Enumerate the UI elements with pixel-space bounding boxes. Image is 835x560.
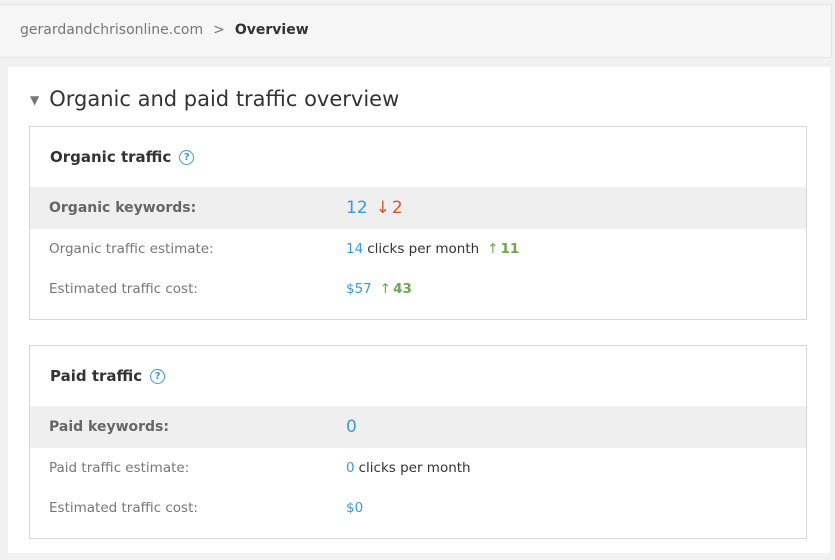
organic-traffic-value[interactable]: 14	[346, 241, 363, 257]
organic-traffic-row: Organic traffic estimate: 14 clicks per …	[30, 228, 806, 270]
overview-panel: ▼ Organic and paid traffic overview Orga…	[8, 67, 830, 553]
breadcrumb: gerardandchrisonline.com > Overview	[20, 22, 309, 38]
paid-traffic-card: Paid traffic ? Paid keywords: 0 Paid tra…	[29, 345, 807, 539]
organic-keywords-value-group: 12 ↓ 2	[346, 198, 403, 218]
chevron-right-icon: >	[213, 22, 225, 38]
organic-traffic-change: ↑ 11	[487, 241, 519, 257]
paid-traffic-title: Paid traffic ?	[50, 367, 166, 385]
organic-cost-value-group: $57 ↑ 43	[346, 281, 412, 297]
organic-keywords-change: ↓ 2	[376, 198, 403, 218]
organic-keywords-row: Organic keywords: 12 ↓ 2	[30, 187, 806, 229]
paid-cost-value-group: $0	[346, 500, 363, 516]
paid-keywords-label: Paid keywords:	[49, 419, 169, 435]
organic-cost-change-value: 43	[393, 281, 412, 297]
organic-traffic-title-text: Organic traffic	[50, 148, 172, 166]
help-icon[interactable]: ?	[150, 368, 166, 384]
arrow-up-icon: ↑	[379, 281, 392, 297]
paid-traffic-row: Paid traffic estimate: 0 clicks per mont…	[30, 447, 806, 489]
paid-cost-value[interactable]: $0	[346, 500, 363, 516]
organic-cost-value[interactable]: $57	[346, 281, 372, 297]
breadcrumb-bar: gerardandchrisonline.com > Overview	[0, 4, 832, 58]
organic-cost-change: ↑ 43	[380, 281, 412, 297]
organic-keywords-value[interactable]: 12	[346, 198, 368, 218]
organic-traffic-card: Organic traffic ? Organic keywords: 12 ↓…	[29, 126, 807, 320]
organic-keywords-change-value: 2	[391, 198, 403, 218]
paid-keywords-row: Paid keywords: 0	[30, 406, 806, 448]
section-title: Organic and paid traffic overview	[49, 87, 400, 111]
organic-cost-row: Estimated traffic cost: $57 ↑ 43	[30, 268, 806, 310]
organic-traffic-change-value: 11	[500, 241, 520, 257]
organic-keywords-label: Organic keywords:	[49, 200, 197, 216]
organic-traffic-unit: clicks per month	[367, 241, 480, 257]
paid-traffic-value-group: 0 clicks per month	[346, 460, 471, 476]
paid-cost-row: Estimated traffic cost: $0	[30, 487, 806, 529]
collapse-caret-icon[interactable]: ▼	[30, 93, 39, 107]
organic-traffic-label: Organic traffic estimate:	[49, 241, 214, 257]
breadcrumb-domain-link[interactable]: gerardandchrisonline.com	[20, 22, 203, 38]
arrow-down-icon: ↓	[375, 198, 390, 218]
arrow-up-icon: ↑	[487, 241, 499, 257]
breadcrumb-current: Overview	[234, 22, 309, 38]
organic-traffic-title: Organic traffic ?	[50, 148, 195, 166]
paid-traffic-value[interactable]: 0	[346, 460, 355, 476]
organic-traffic-value-group: 14 clicks per month ↑ 11	[346, 241, 519, 257]
help-icon[interactable]: ?	[179, 149, 195, 165]
paid-traffic-title-text: Paid traffic	[50, 367, 143, 385]
paid-traffic-label: Paid traffic estimate:	[49, 460, 190, 476]
paid-keywords-value-group: 0	[346, 417, 357, 437]
section-header[interactable]: ▼ Organic and paid traffic overview	[30, 87, 399, 111]
paid-cost-label: Estimated traffic cost:	[49, 500, 198, 516]
paid-traffic-unit: clicks per month	[358, 460, 471, 476]
organic-cost-label: Estimated traffic cost:	[49, 281, 198, 297]
paid-keywords-value[interactable]: 0	[346, 417, 357, 437]
